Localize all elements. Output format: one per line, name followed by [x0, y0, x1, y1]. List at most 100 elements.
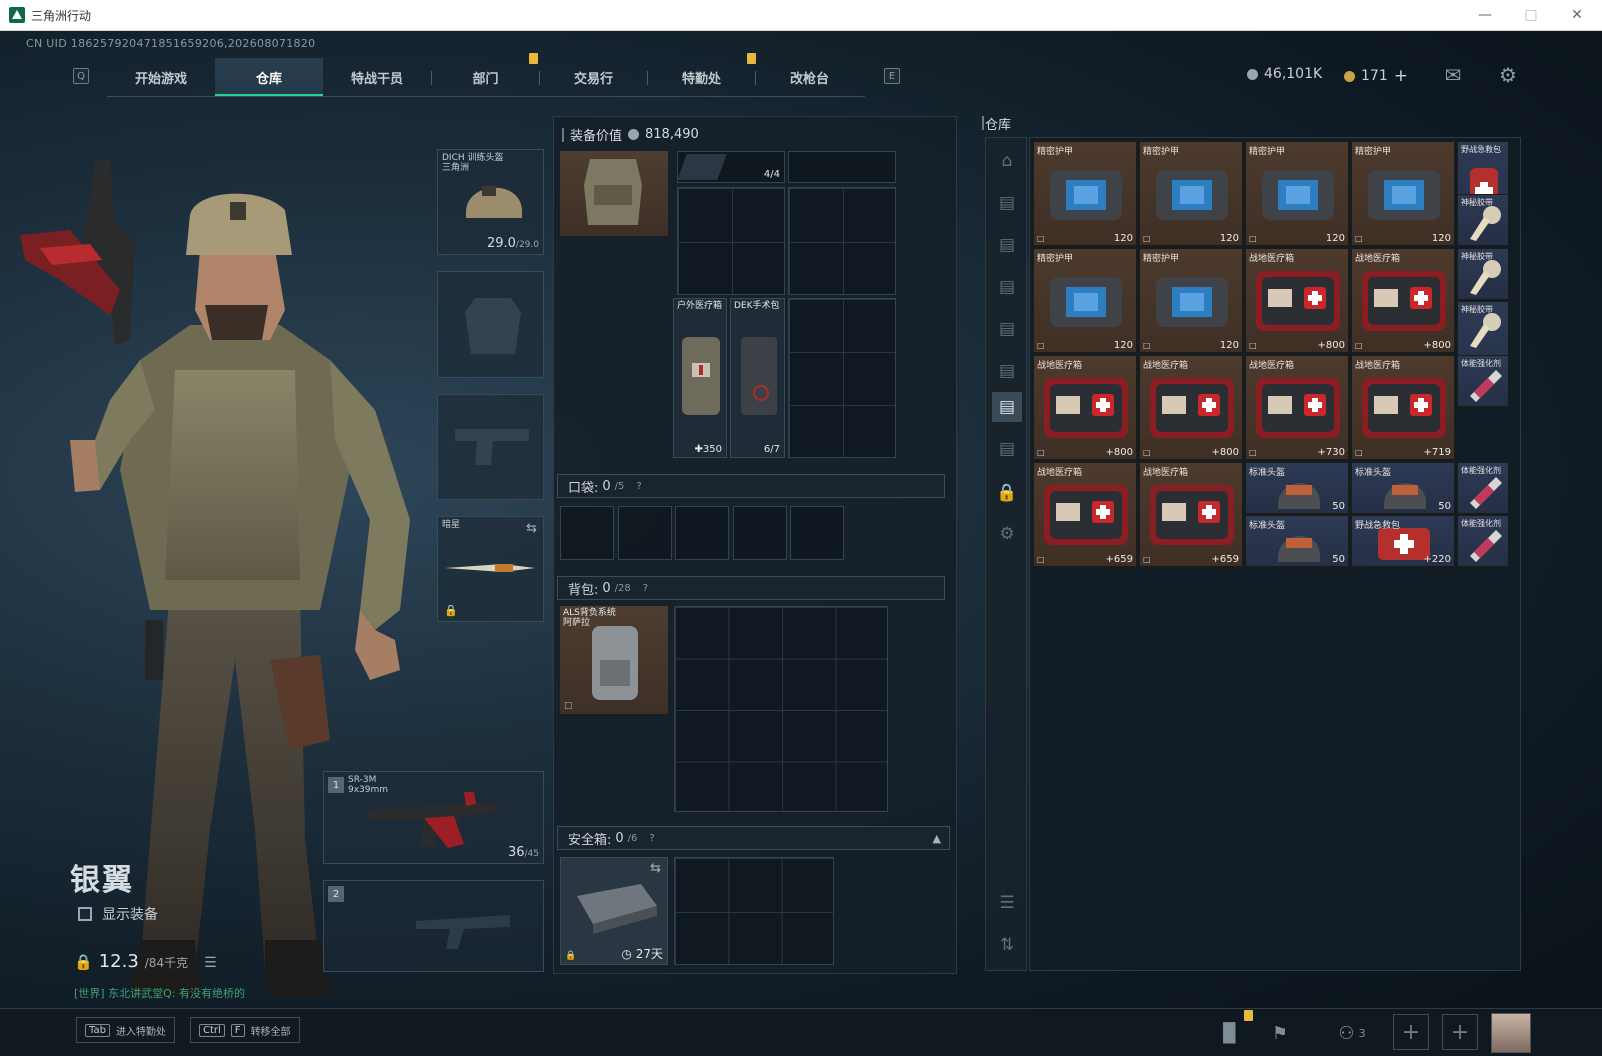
safebox-case-icon	[577, 884, 657, 934]
warehouse-item-armor[interactable]: 精密护甲 □ 120	[1033, 248, 1137, 353]
warehouse-item-medkit[interactable]: 战地医疗箱 □ +730	[1245, 355, 1349, 460]
safebox-label: 安全箱:	[568, 832, 612, 848]
close-button[interactable]: ✕	[1554, 0, 1600, 30]
transfer-all-button[interactable]: Ctrl F 转移全部	[190, 1017, 300, 1043]
backpack-count: 0	[602, 580, 611, 596]
sidearm-slot[interactable]	[437, 394, 544, 500]
warehouse-item-medkit[interactable]: 战地医疗箱 □ +800	[1033, 355, 1137, 460]
melee-slot[interactable]: 暗星 ⇆ 🔒	[437, 516, 544, 622]
safebox-duration: ◷ 27天	[621, 947, 663, 961]
swap-icon[interactable]: ⇆	[526, 521, 537, 536]
add-currency-button[interactable]: +	[1394, 66, 1408, 86]
rig-grid[interactable]	[788, 187, 896, 295]
warehouse-item-injector[interactable]: 体能强化剂	[1457, 462, 1509, 514]
enter-special-ops-button[interactable]: Tab 进入特勤处	[76, 1017, 175, 1043]
warehouse-item-armor[interactable]: 精密护甲 □ 120	[1351, 141, 1455, 246]
warehouse-item-helmet[interactable]: 标准头盔 50	[1245, 462, 1349, 514]
pin-icon[interactable]: ▲	[933, 832, 941, 845]
show-equipment-toggle[interactable]: 显示装备	[78, 904, 158, 924]
swap-icon[interactable]: ⇆	[650, 861, 661, 876]
warehouse-item-tape[interactable]: 神秘胶带	[1457, 248, 1509, 300]
warehouse-item-armor[interactable]: 精密护甲 □ 120	[1245, 141, 1349, 246]
warehouse-tab-3-icon[interactable]: ▤	[992, 272, 1022, 302]
help-icon[interactable]: ?	[636, 481, 641, 492]
item-value: 120	[1219, 340, 1239, 351]
helmet-slot[interactable]: DICH 训练头盔 三角洲 29.0/29.0	[437, 149, 544, 255]
tab-start-game[interactable]: 开始游戏	[107, 58, 215, 97]
warehouse-item-first-aid[interactable]: 野战急救包 +220	[1351, 515, 1455, 567]
warehouse-item-tape[interactable]: 神秘胶带	[1457, 194, 1509, 246]
rig-slot[interactable]	[788, 151, 896, 183]
tab-trade[interactable]: 交易行	[540, 58, 647, 97]
tab-operators[interactable]: 特战干员	[323, 58, 431, 97]
item-value: 120	[1113, 233, 1133, 244]
surgery-kit-item[interactable]: DEK手术包 6/7	[730, 298, 785, 458]
world-chat-message[interactable]: [世界] 东北讲武堂Q: 有没有绝桥的	[74, 985, 245, 1001]
pocket-slot[interactable]	[790, 506, 844, 560]
rig-slot[interactable]: 4/4	[677, 151, 785, 183]
tab-gunsmith[interactable]: 改枪台	[756, 58, 863, 97]
tab-special-ops[interactable]: 特勤处	[648, 58, 755, 97]
warehouse-tab-1-icon[interactable]: ▤	[992, 188, 1022, 218]
warehouse-item-armor[interactable]: 精密护甲 □ 120	[1139, 248, 1243, 353]
primary-weapon-slot[interactable]: 1 SR-3M 9x39mm 36/45	[323, 771, 544, 864]
warehouse-item-injector[interactable]: 体能强化剂	[1457, 355, 1509, 407]
safebox-item[interactable]: ⇆ 🔒 ◷ 27天	[560, 857, 668, 965]
warehouse-item-helmet[interactable]: 标准头盔 50	[1245, 515, 1349, 567]
warehouse-item-medkit[interactable]: 战地医疗箱 □ +800	[1351, 248, 1455, 353]
warehouse-item-medkit[interactable]: 战地医疗箱 □ +659	[1139, 462, 1243, 567]
tab-warehouse[interactable]: 仓库	[215, 58, 323, 97]
maximize-button[interactable]: □	[1508, 0, 1554, 30]
outdoor-medkit-item[interactable]: 户外医疗箱 ✚350	[673, 298, 727, 458]
checkbox[interactable]	[78, 907, 92, 921]
add-teammate-button[interactable]: +	[1393, 1014, 1429, 1050]
tape-roll-icon	[1470, 260, 1501, 295]
pocket-slot[interactable]	[733, 506, 787, 560]
warehouse-item-medkit[interactable]: 战地医疗箱 □ +719	[1351, 355, 1455, 460]
settings-gear-icon[interactable]: ⚙	[1495, 62, 1521, 88]
flag-icon[interactable]: ⚑	[1260, 1016, 1300, 1050]
rig-grid[interactable]	[788, 298, 896, 458]
secondary-weapon-slot[interactable]: 2	[323, 880, 544, 972]
warehouse-home-icon[interactable]: ⌂	[992, 146, 1022, 176]
rig-grid[interactable]	[677, 187, 785, 295]
sort-icon[interactable]: ⇅	[992, 930, 1022, 960]
pocket-slot[interactable]	[618, 506, 672, 560]
armor-slot[interactable]	[437, 271, 544, 378]
armor-placeholder-icon	[465, 298, 521, 354]
pocket-slot[interactable]	[560, 506, 614, 560]
warehouse-tab-2-icon[interactable]: ▤	[992, 230, 1022, 260]
weight-details-icon[interactable]: ☰	[204, 955, 217, 971]
backpack-grid[interactable]	[674, 606, 888, 812]
add-teammate-button[interactable]: +	[1442, 1014, 1478, 1050]
warehouse-tab-5-icon[interactable]: ▤	[992, 356, 1022, 386]
friends-button[interactable]: ⚇ 3	[1322, 1016, 1382, 1050]
warehouse-item-armor[interactable]: 精密护甲 □ 120	[1139, 141, 1243, 246]
tab-department[interactable]: 部门	[432, 58, 539, 97]
weapon-slot-number: 1	[328, 777, 344, 793]
player-avatar[interactable]	[1491, 1013, 1531, 1053]
warehouse-lock-icon[interactable]: 🔒	[992, 478, 1022, 508]
safebox-grid[interactable]	[674, 857, 834, 965]
warehouse-tab-6-icon[interactable]: ▤	[992, 392, 1022, 422]
help-icon[interactable]: ?	[643, 583, 648, 594]
warehouse-settings-icon[interactable]: ⚙	[992, 519, 1022, 549]
pocket-slot[interactable]	[675, 506, 729, 560]
help-icon[interactable]: ?	[649, 833, 654, 844]
warehouse-tab-7-icon[interactable]: ▤	[992, 434, 1022, 464]
warehouse-tab-4-icon[interactable]: ▤	[992, 314, 1022, 344]
warehouse-item-medkit[interactable]: 战地医疗箱 □ +800	[1245, 248, 1349, 353]
layers-icon[interactable]: ☰	[992, 888, 1022, 918]
mail-icon[interactable]: ✉	[1440, 62, 1466, 88]
insured-icon: □	[1249, 234, 1257, 243]
warehouse-item-medkit[interactable]: 战地医疗箱 □ +800	[1139, 355, 1243, 460]
chest-rig-item[interactable]	[560, 151, 668, 236]
warehouse-item-armor[interactable]: 精密护甲 □ 120	[1033, 141, 1137, 246]
stats-chart-icon[interactable]: ▉	[1210, 1016, 1250, 1050]
warehouse-item-medkit[interactable]: 战地医疗箱 □ +659	[1033, 462, 1137, 567]
surgery-kit-name: DEK手术包	[734, 301, 780, 311]
warehouse-item-helmet[interactable]: 标准头盔 50	[1351, 462, 1455, 514]
warehouse-item-injector[interactable]: 体能强化剂	[1457, 515, 1509, 567]
minimize-button[interactable]: —	[1462, 0, 1508, 30]
backpack-item[interactable]: ALS背负系统 阿萨拉 □	[560, 606, 668, 714]
